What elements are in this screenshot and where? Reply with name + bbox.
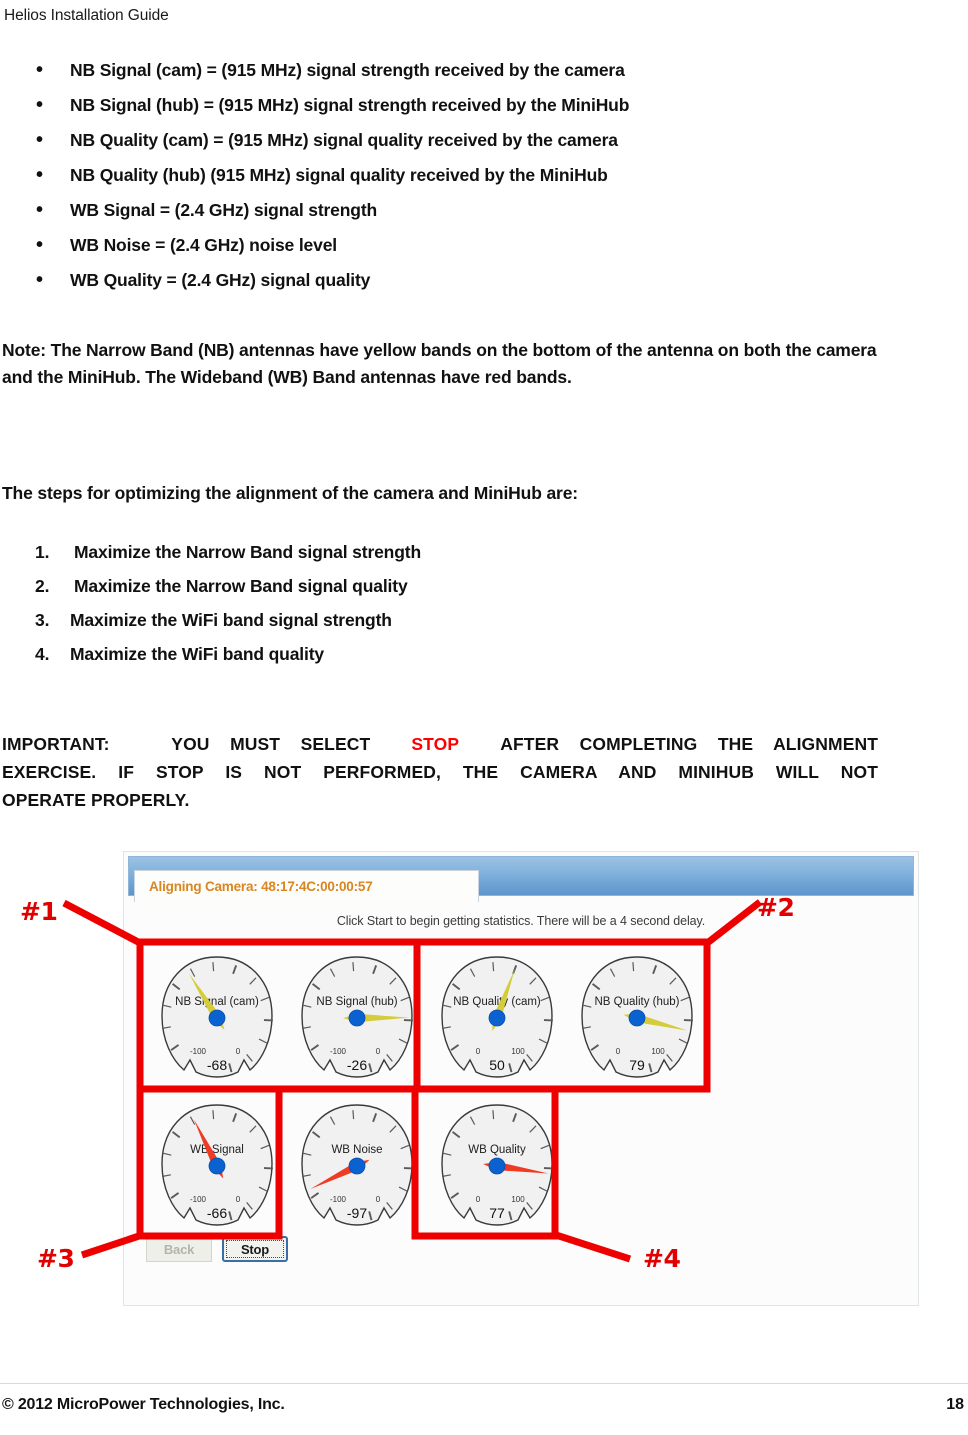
- svg-text:-97: -97: [347, 1205, 367, 1221]
- list-item-number: 1.: [35, 542, 50, 562]
- list-item-number: 4.: [35, 644, 50, 664]
- svg-text:0: 0: [476, 1047, 481, 1056]
- list-item-text: Maximize the Narrow Band signal strength: [74, 542, 421, 562]
- list-item-text: WB Noise = (2.4 GHz) noise level: [70, 235, 338, 255]
- svg-text:WB Noise: WB Noise: [331, 1144, 382, 1156]
- important-line-1: IMPORTANT: YOU MUST SELECT STOP AFTER CO…: [2, 730, 878, 758]
- list-item-text: NB Signal (cam) = (915 MHz) signal stren…: [70, 60, 625, 80]
- list-item-text: WB Quality = (2.4 GHz) signal quality: [70, 270, 371, 290]
- list-item: • NB Signal (hub) = (915 MHz) signal str…: [0, 95, 920, 130]
- list-item: 3. Maximize the WiFi band signal strengt…: [0, 610, 700, 644]
- bullet-icon: •: [36, 129, 43, 151]
- gauge-grid: NB Signal (cam) -100 0 -68 NB Signal (hub) -…: [142, 944, 902, 1234]
- app-window: Aligning Camera: 48:17:4C:00:00:57 Click…: [123, 851, 919, 1306]
- list-item: 4. Maximize the WiFi band quality: [0, 644, 700, 678]
- svg-text:100: 100: [511, 1195, 525, 1204]
- list-item-number: 3.: [35, 610, 50, 630]
- svg-text:-66: -66: [207, 1205, 227, 1221]
- document-page: Helios Installation Guide • NB Signal (c…: [0, 0, 968, 1435]
- list-item: • NB Quality (hub) (915 MHz) signal qual…: [0, 165, 920, 200]
- document-running-header: Helios Installation Guide: [4, 7, 169, 24]
- list-item-number: 2.: [35, 576, 50, 596]
- svg-text:0: 0: [376, 1047, 381, 1056]
- svg-text:0: 0: [376, 1195, 381, 1204]
- svg-text:NB Signal (hub): NB Signal (hub): [316, 996, 397, 1008]
- list-item-text: Maximize the Narrow Band signal quality: [74, 576, 408, 596]
- list-item-text: NB Quality (cam) = (915 MHz) signal qual…: [70, 130, 618, 150]
- stop-keyword: STOP: [411, 734, 460, 754]
- svg-text:50: 50: [489, 1057, 505, 1073]
- list-item-text: NB Quality (hub) (915 MHz) signal qualit…: [70, 165, 608, 185]
- important-text-b: AFTER COMPLETING THE ALIGNMENT: [500, 734, 878, 754]
- annotation-label-2: #2: [757, 893, 795, 922]
- steps-intro-text: The steps for optimizing the alignment o…: [2, 483, 578, 503]
- list-item: • WB Quality = (2.4 GHz) signal quality: [0, 270, 920, 305]
- gauge-wb-quality: WB Quality 0 100 77: [432, 1096, 562, 1232]
- stop-button[interactable]: Stop: [222, 1236, 288, 1262]
- window-titlebar: Aligning Camera: 48:17:4C:00:00:57: [128, 856, 914, 902]
- bullet-icon: •: [36, 269, 43, 291]
- svg-text:100: 100: [511, 1047, 525, 1056]
- list-item: • NB Quality (cam) = (915 MHz) signal qu…: [0, 130, 920, 165]
- svg-text:0: 0: [616, 1047, 621, 1056]
- svg-text:WB Signal: WB Signal: [190, 1144, 244, 1156]
- annotation-label-1: #1: [20, 897, 58, 926]
- important-text-a: YOU MUST SELECT: [171, 734, 371, 754]
- svg-text:79: 79: [629, 1057, 645, 1073]
- important-line-2: EXERCISE. IF STOP IS NOT PERFORMED, THE …: [2, 762, 878, 782]
- annotation-label-3: #3: [37, 1244, 75, 1273]
- list-item: 1. Maximize the Narrow Band signal stren…: [0, 542, 700, 576]
- svg-text:0: 0: [236, 1195, 241, 1204]
- important-notice: IMPORTANT: YOU MUST SELECT STOP AFTER CO…: [2, 730, 878, 814]
- list-item-text: NB Signal (hub) = (915 MHz) signal stren…: [70, 95, 630, 115]
- list-item-text: Maximize the WiFi band signal strength: [70, 610, 392, 630]
- footer-divider: [0, 1383, 968, 1384]
- bullet-icon: •: [36, 94, 43, 116]
- svg-text:-100: -100: [330, 1047, 347, 1056]
- list-item-text: Maximize the WiFi band quality: [70, 644, 324, 664]
- footer-copyright: © 2012 MicroPower Technologies, Inc.: [2, 1396, 285, 1413]
- svg-text:-100: -100: [330, 1195, 347, 1204]
- svg-text:-26: -26: [347, 1057, 367, 1073]
- list-item: 2. Maximize the Narrow Band signal quali…: [0, 576, 700, 610]
- gauge-nb-quality-hub: NB Quality (hub) 0 100 79: [572, 948, 702, 1084]
- gauge-row-narrowband: NB Signal (cam) -100 0 -68 NB Signal (hub) -…: [142, 944, 902, 1089]
- tab-aligning-camera[interactable]: Aligning Camera: 48:17:4C:00:00:57: [134, 870, 479, 902]
- list-item: • NB Signal (cam) = (915 MHz) signal str…: [0, 60, 920, 95]
- svg-text:WB Quality: WB Quality: [468, 1144, 526, 1156]
- svg-text:-100: -100: [190, 1195, 207, 1204]
- gauge-wb-noise: WB Noise -100 0 -97: [292, 1096, 422, 1232]
- gauge-row-wideband: WB Signal -100 0 -66 WB Noise -100 0 -97 WB Qu…: [142, 1092, 902, 1237]
- svg-text:NB Quality (cam): NB Quality (cam): [453, 996, 541, 1008]
- list-item-text: WB Signal = (2.4 GHz) signal strength: [70, 200, 378, 220]
- bullet-icon: •: [36, 164, 43, 186]
- instruction-text: Click Start to begin getting statistics.…: [336, 914, 706, 928]
- important-line-3: OPERATE PROPERLY.: [2, 790, 190, 810]
- button-bar: Back Stop: [146, 1235, 288, 1263]
- alignment-app-screenshot: Aligning Camera: 48:17:4C:00:00:57 Click…: [123, 851, 919, 1306]
- note-paragraph: Note: The Narrow Band (NB) antennas have…: [2, 340, 877, 387]
- steps-numbered-list: 1. Maximize the Narrow Band signal stren…: [0, 542, 700, 678]
- definitions-bullet-list: • NB Signal (cam) = (915 MHz) signal str…: [0, 60, 920, 305]
- important-label: IMPORTANT:: [2, 734, 110, 754]
- svg-text:77: 77: [489, 1205, 505, 1221]
- svg-text:0: 0: [476, 1195, 481, 1204]
- tab-label: Aligning Camera: 48:17:4C:00:00:57: [149, 879, 373, 894]
- bullet-icon: •: [36, 199, 43, 221]
- footer-page-number: 18: [946, 1396, 964, 1413]
- bullet-icon: •: [36, 234, 43, 256]
- annotation-label-4: #4: [643, 1244, 681, 1273]
- list-item: • WB Noise = (2.4 GHz) noise level: [0, 235, 920, 270]
- list-item: • WB Signal = (2.4 GHz) signal strength: [0, 200, 920, 235]
- gauge-nb-signal-hub: NB Signal (hub) -100 0 -26: [292, 948, 422, 1084]
- gauge-nb-quality-cam: NB Quality (cam) 0 100 50: [432, 948, 562, 1084]
- gauge-wb-signal: WB Signal -100 0 -66: [152, 1096, 282, 1232]
- svg-text:NB Quality (hub): NB Quality (hub): [594, 996, 679, 1008]
- svg-text:100: 100: [651, 1047, 665, 1056]
- back-button[interactable]: Back: [146, 1236, 212, 1262]
- bullet-icon: •: [36, 59, 43, 81]
